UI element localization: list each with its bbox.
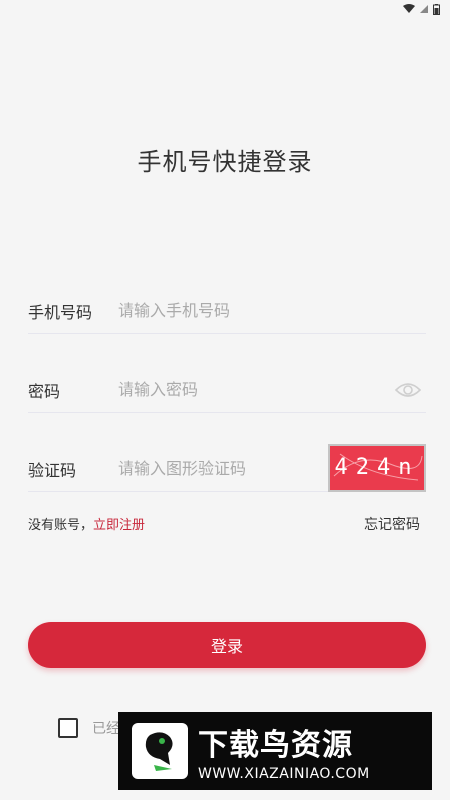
agreement-row: 已经 [58,718,120,738]
password-label: 密码 [28,381,61,401]
eye-icon[interactable] [394,380,422,400]
agreement-checkbox[interactable] [58,718,78,738]
captcha-text: 424n [334,455,420,480]
phone-label: 手机号码 [28,302,93,322]
signal-icon [419,4,429,14]
captcha-row: 验证码 424n [28,443,426,492]
page-title: 手机号快捷登录 [137,148,313,176]
watermark-url: WWW.XIAZAINIAO.COM [198,766,370,782]
auth-links: 没有账号，立即注册 忘记密码 [28,514,420,534]
register-link[interactable]: 立即注册 [93,518,145,533]
status-bar [0,0,450,18]
no-account-text: 没有账号， [28,518,94,533]
password-row: 密码 [28,367,426,413]
phone-row: 手机号码 [28,288,426,334]
captcha-label: 验证码 [28,460,77,480]
phone-input[interactable] [118,301,426,320]
watermark-text: 下载鸟资源 WWW.XIAZAINIAO.COM [198,720,370,782]
password-input[interactable] [118,380,394,399]
captcha-image[interactable]: 424n [328,443,426,492]
bird-logo-icon [132,723,188,779]
agreement-text: 已经 [92,721,120,737]
captcha-input[interactable] [118,459,328,478]
watermark-banner: 下载鸟资源 WWW.XIAZAINIAO.COM [118,712,432,790]
forgot-password-link[interactable]: 忘记密码 [364,514,420,534]
login-button[interactable]: 登录 [28,622,426,668]
battery-icon [433,3,440,15]
watermark-title: 下载鸟资源 [198,728,353,763]
register-prompt: 没有账号，立即注册 [28,514,145,534]
wifi-icon [403,4,415,14]
